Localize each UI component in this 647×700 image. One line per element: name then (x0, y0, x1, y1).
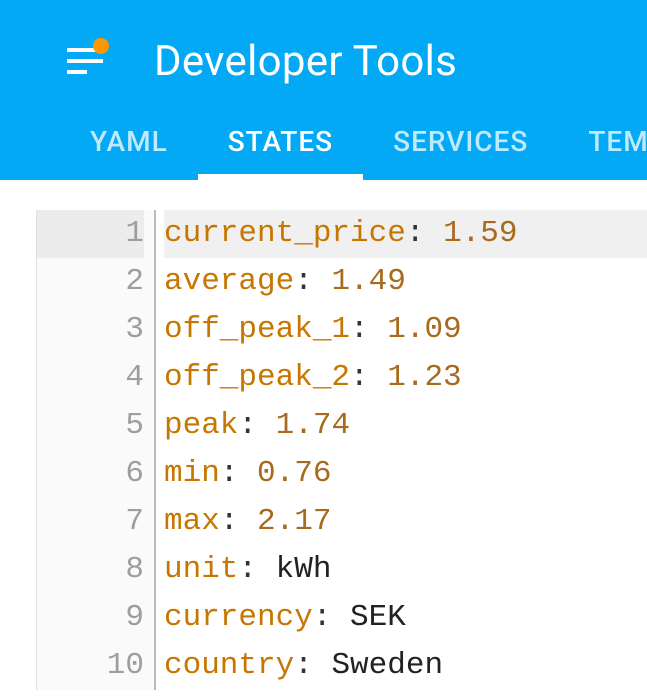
menu-button[interactable] (60, 36, 110, 86)
code-line[interactable]: current_price: 1.59 (164, 210, 647, 258)
code-line[interactable]: min: 0.76 (164, 450, 647, 498)
yaml-colon: : (350, 354, 369, 402)
tab-bar: YAML STATES SERVICES TEM (0, 102, 647, 180)
code-editor[interactable]: 12345678910 current_price: 1.59average: … (36, 180, 647, 690)
tab-services[interactable]: SERVICES (363, 102, 558, 180)
yaml-colon: : (350, 306, 369, 354)
yaml-value: 1.09 (387, 306, 461, 354)
tab-yaml[interactable]: YAML (60, 102, 198, 180)
tab-states[interactable]: STATES (198, 102, 363, 180)
code-line[interactable]: off_peak_2: 1.23 (164, 354, 647, 402)
code-line[interactable]: peak: 1.74 (164, 402, 647, 450)
yaml-value: 1.74 (276, 402, 350, 450)
line-number: 9 (37, 594, 144, 642)
line-number: 7 (37, 498, 144, 546)
yaml-value: 2.17 (257, 498, 331, 546)
yaml-key: country (164, 642, 294, 690)
yaml-key: peak (164, 402, 238, 450)
yaml-value: Sweden (331, 642, 443, 690)
code-line[interactable]: off_peak_1: 1.09 (164, 306, 647, 354)
page-title: Developer Tools (154, 37, 457, 86)
code-line[interactable]: max: 2.17 (164, 498, 647, 546)
line-number: 6 (37, 450, 144, 498)
yaml-colon: : (220, 498, 239, 546)
yaml-key: currency (164, 594, 313, 642)
yaml-colon: : (313, 594, 332, 642)
code-line[interactable]: average: 1.49 (164, 258, 647, 306)
yaml-colon: : (294, 258, 313, 306)
content-area: 12345678910 current_price: 1.59average: … (0, 180, 647, 690)
yaml-key: average (164, 258, 294, 306)
yaml-colon: : (220, 450, 239, 498)
yaml-value: SEK (350, 594, 406, 642)
header-top: Developer Tools (0, 20, 647, 102)
code-line[interactable]: unit: kWh (164, 546, 647, 594)
line-number: 3 (37, 306, 144, 354)
line-number: 4 (37, 354, 144, 402)
yaml-value: kWh (276, 546, 332, 594)
yaml-key: off_peak_2 (164, 354, 350, 402)
yaml-colon: : (294, 642, 313, 690)
yaml-key: max (164, 498, 220, 546)
yaml-key: unit (164, 546, 238, 594)
yaml-colon: : (406, 210, 425, 258)
line-number: 8 (37, 546, 144, 594)
yaml-value: 0.76 (257, 450, 331, 498)
line-number: 1 (37, 210, 144, 258)
yaml-value: 1.23 (387, 354, 461, 402)
notification-dot-icon (93, 38, 109, 54)
yaml-key: off_peak_1 (164, 306, 350, 354)
app-header: Developer Tools YAML STATES SERVICES TEM (0, 0, 647, 180)
yaml-colon: : (238, 402, 257, 450)
line-number: 5 (37, 402, 144, 450)
code-body[interactable]: current_price: 1.59average: 1.49off_peak… (156, 210, 647, 690)
yaml-key: min (164, 450, 220, 498)
yaml-value: 1.59 (443, 210, 517, 258)
yaml-key: current_price (164, 210, 406, 258)
line-number: 10 (37, 642, 144, 690)
yaml-value: 1.49 (331, 258, 405, 306)
tab-templates[interactable]: TEM (558, 102, 647, 180)
line-number-gutter: 12345678910 (36, 210, 156, 690)
yaml-colon: : (238, 546, 257, 594)
code-line[interactable]: country: Sweden (164, 642, 647, 690)
code-line[interactable]: currency: SEK (164, 594, 647, 642)
line-number: 2 (37, 258, 144, 306)
